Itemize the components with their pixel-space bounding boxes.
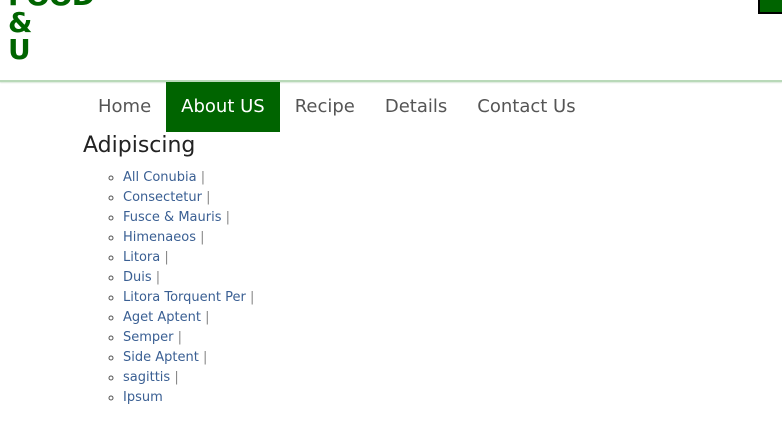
separator: |	[164, 250, 169, 265]
separator: |	[200, 170, 206, 185]
separator: |	[249, 290, 255, 305]
nav-details[interactable]: Details	[370, 82, 462, 132]
list-item: Semper |	[123, 328, 254, 348]
site-header: FOOD & U	[0, 0, 782, 82]
link-duis[interactable]: Duis	[123, 270, 152, 285]
list-item: Side Aptent |	[123, 348, 254, 368]
corner-box	[758, 0, 782, 14]
list-item: Consectetur |	[123, 188, 254, 208]
separator: |	[205, 310, 210, 325]
separator: |	[174, 370, 179, 385]
link-litora-torquent-per[interactable]: Litora Torquent Per	[123, 290, 246, 305]
list-item: Duis |	[123, 268, 254, 288]
list-item: Ipsum	[123, 388, 254, 408]
logo-line-3: U	[8, 33, 31, 66]
nav-recipe[interactable]: Recipe	[280, 82, 370, 132]
link-fusce-mauris[interactable]: Fusce & Mauris	[123, 210, 221, 225]
list-item: sagittis |	[123, 368, 254, 388]
separator: |	[155, 270, 161, 285]
main-nav: Home About US Recipe Details Contact Us	[83, 82, 591, 132]
list-item: Fusce & Mauris |	[123, 208, 254, 228]
separator: |	[206, 190, 211, 205]
nav-home[interactable]: Home	[83, 82, 166, 132]
link-semper[interactable]: Semper	[123, 330, 174, 345]
link-side-aptent[interactable]: Side Aptent	[123, 350, 199, 365]
link-list: All Conubia | Consectetur | Fusce & Maur…	[83, 168, 254, 408]
nav-contact-us[interactable]: Contact Us	[462, 82, 590, 132]
nav-about-us[interactable]: About US	[166, 82, 280, 132]
site-logo[interactable]: FOOD & U	[8, 0, 95, 66]
separator: |	[202, 350, 208, 365]
link-litora[interactable]: Litora	[123, 250, 160, 265]
link-aget-aptent[interactable]: Aget Aptent	[123, 310, 201, 325]
list-item: Aget Aptent |	[123, 308, 254, 328]
link-all-conubia[interactable]: All Conubia	[123, 170, 197, 185]
link-consectetur[interactable]: Consectetur	[123, 190, 202, 205]
list-item: Litora Torquent Per |	[123, 288, 254, 308]
logo-line-2: &	[8, 6, 32, 39]
separator: |	[225, 210, 231, 225]
list-item: Himenaeos |	[123, 228, 254, 248]
separator: |	[200, 230, 205, 245]
separator: |	[177, 330, 183, 345]
list-item: All Conubia |	[123, 168, 254, 188]
list-item: Litora |	[123, 248, 254, 268]
section-title: Adipiscing	[83, 133, 196, 158]
link-sagittis[interactable]: sagittis	[123, 370, 170, 385]
link-ipsum[interactable]: Ipsum	[123, 390, 163, 405]
link-himenaeos[interactable]: Himenaeos	[123, 230, 196, 245]
